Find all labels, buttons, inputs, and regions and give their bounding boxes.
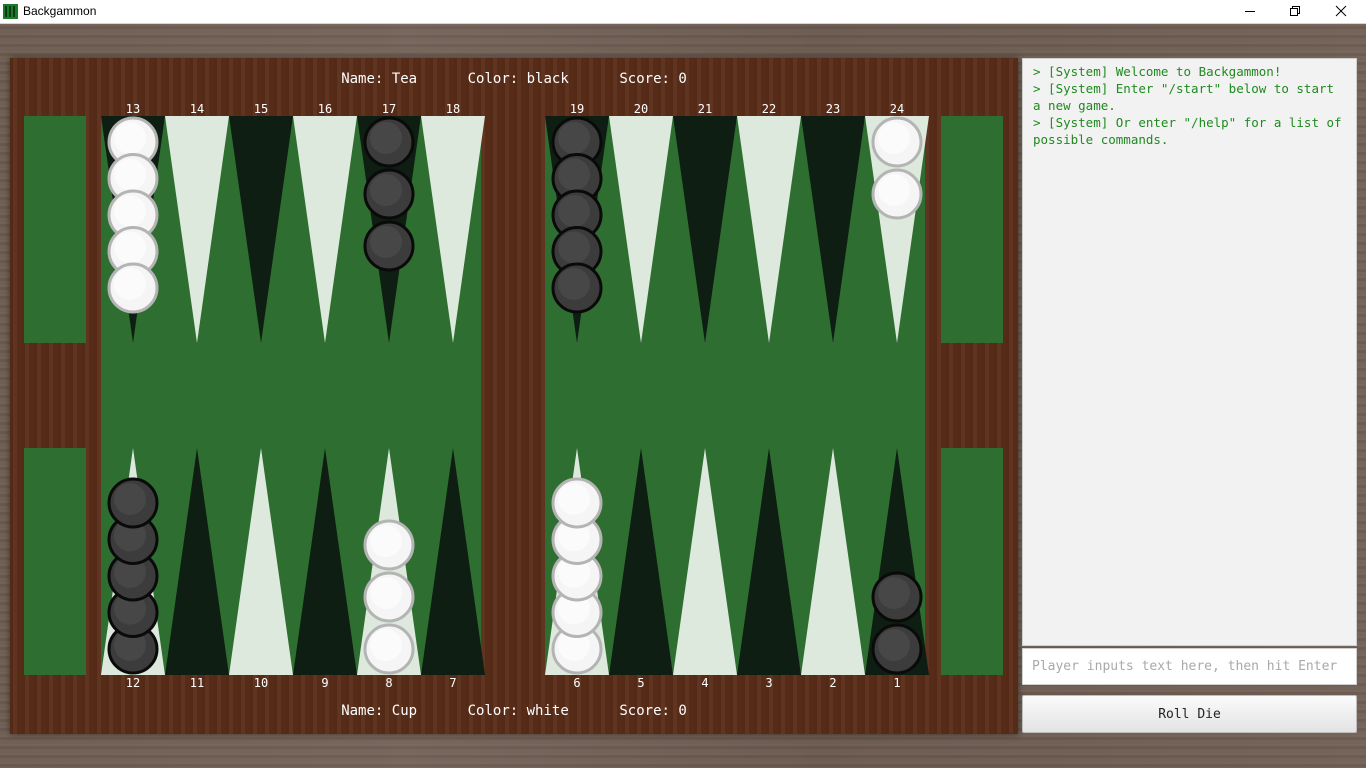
point-number-label: 18 bbox=[446, 102, 460, 116]
bottom-player-color: Color: white bbox=[467, 703, 569, 719]
checker-highlight bbox=[558, 122, 590, 154]
point-number-label: 21 bbox=[698, 102, 712, 116]
minimize-icon bbox=[1245, 11, 1255, 12]
log-line: > [System] Enter "/start" below to start… bbox=[1033, 81, 1342, 113]
bottom-player-info: Name: Cup Color: white Score: 0 bbox=[10, 703, 1018, 719]
roll-die-button[interactable]: Roll Die bbox=[1022, 695, 1357, 733]
checker-highlight bbox=[114, 268, 146, 300]
board-point-22[interactable] bbox=[737, 116, 801, 343]
point-number-label: 5 bbox=[637, 676, 644, 690]
game-board: Name: Tea Color: black Score: 0 13 14 15 16… bbox=[10, 58, 1018, 734]
board-point-4[interactable] bbox=[673, 448, 737, 675]
point-number-label: 10 bbox=[254, 676, 268, 690]
board-point-2[interactable] bbox=[801, 448, 865, 675]
bottom-player-name: Name: Cup bbox=[341, 703, 418, 719]
message-log: > [System] Welcome to Backgammon! > [Sys… bbox=[1022, 58, 1357, 646]
log-line: > [System] Or enter "/help" for a list o… bbox=[1033, 115, 1350, 147]
board-point-15[interactable] bbox=[229, 116, 293, 343]
checker-highlight bbox=[114, 158, 146, 191]
board-point-11[interactable] bbox=[165, 448, 229, 675]
point-number-label: 15 bbox=[254, 102, 268, 116]
checker-highlight bbox=[558, 268, 590, 300]
point-number-label: 16 bbox=[318, 102, 332, 116]
board-point-10[interactable] bbox=[229, 448, 293, 675]
checker-highlight bbox=[114, 195, 146, 227]
checker-highlight bbox=[558, 483, 590, 515]
point-number-label: 17 bbox=[382, 102, 396, 116]
checker-highlight bbox=[558, 231, 590, 264]
point-number-label: 24 bbox=[890, 102, 904, 116]
point-number-label: 8 bbox=[385, 676, 392, 690]
restore-button[interactable] bbox=[1272, 0, 1318, 23]
point-number-label: 2 bbox=[829, 676, 836, 690]
point-number-label: 4 bbox=[701, 676, 708, 690]
point-number-label: 12 bbox=[126, 676, 140, 690]
board-point-7[interactable] bbox=[421, 448, 485, 675]
close-button[interactable] bbox=[1318, 0, 1364, 23]
checker-highlight bbox=[878, 577, 910, 609]
app-icon bbox=[3, 4, 18, 19]
log-line: > [System] Welcome to Backgammon! bbox=[1033, 64, 1282, 79]
point-number-label: 20 bbox=[634, 102, 648, 116]
checker-highlight bbox=[114, 122, 146, 154]
title-bar: Backgammon bbox=[0, 0, 1366, 24]
window-title: Backgammon bbox=[23, 4, 97, 18]
checker-highlight bbox=[370, 629, 402, 661]
checker-highlight bbox=[370, 577, 402, 609]
checker-highlight bbox=[370, 226, 402, 258]
point-number-label: 1 bbox=[893, 676, 900, 690]
board-point-23[interactable] bbox=[801, 116, 865, 343]
point-number-label: 19 bbox=[570, 102, 584, 116]
point-number-label: 11 bbox=[190, 676, 204, 690]
board-point-16[interactable] bbox=[293, 116, 357, 343]
board-point-5[interactable] bbox=[609, 448, 673, 675]
board-point-21[interactable] bbox=[673, 116, 737, 343]
checker-highlight bbox=[878, 629, 910, 661]
minimize-button[interactable] bbox=[1227, 0, 1273, 23]
point-number-label: 9 bbox=[321, 676, 328, 690]
board-point-18[interactable] bbox=[421, 116, 485, 343]
board-point-14[interactable] bbox=[165, 116, 229, 343]
checker-highlight bbox=[370, 174, 402, 206]
point-number-label: 3 bbox=[765, 676, 772, 690]
point-number-label: 7 bbox=[449, 676, 456, 690]
checker-highlight bbox=[114, 231, 146, 264]
point-number-label: 23 bbox=[826, 102, 840, 116]
checker-highlight bbox=[558, 158, 590, 191]
checker-highlight bbox=[370, 122, 402, 154]
point-number-label: 14 bbox=[190, 102, 204, 116]
point-number-label: 22 bbox=[762, 102, 776, 116]
checker-highlight bbox=[114, 483, 146, 515]
close-icon bbox=[1335, 5, 1347, 17]
checker-highlight bbox=[558, 195, 590, 227]
bottom-player-score: Score: 0 bbox=[619, 703, 687, 719]
point-number-label: 6 bbox=[573, 676, 580, 690]
checker-highlight bbox=[878, 122, 910, 154]
checker-highlight bbox=[878, 174, 910, 206]
command-input[interactable] bbox=[1022, 648, 1357, 685]
board-point-20[interactable] bbox=[609, 116, 673, 343]
message-log-lines: > [System] Welcome to Backgammon! > [Sys… bbox=[1023, 59, 1356, 148]
checker-highlight bbox=[370, 525, 402, 557]
board-points-layer: 13 14 15 16 17 18 19 20 21 22 23 2412 11 10 9 8 7 6 5 4 3 2 1 bbox=[101, 102, 929, 690]
restore-icon bbox=[1290, 6, 1300, 16]
point-number-label: 13 bbox=[126, 102, 140, 116]
board-point-9[interactable] bbox=[293, 448, 357, 675]
board-point-3[interactable] bbox=[737, 448, 801, 675]
